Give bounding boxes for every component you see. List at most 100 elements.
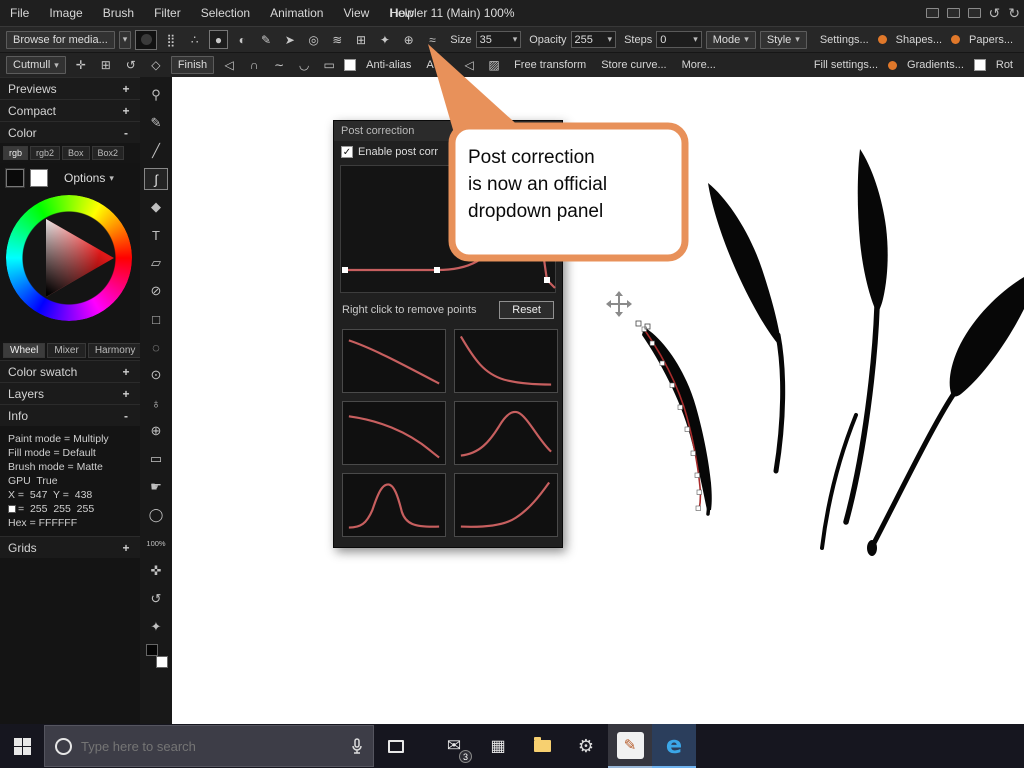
tab-rgb2[interactable]: rgb2 bbox=[30, 146, 61, 160]
panel-layers[interactable]: Layers + bbox=[0, 382, 140, 404]
curve-tool[interactable]: ∫ bbox=[144, 168, 168, 190]
background-color-box[interactable] bbox=[156, 656, 168, 668]
style-dropdown[interactable]: Style ▾ bbox=[759, 30, 807, 49]
brush-preview[interactable] bbox=[135, 29, 158, 50]
triangle-fill-icon[interactable]: ◁ bbox=[459, 56, 479, 75]
curve-preset-1[interactable] bbox=[342, 329, 446, 393]
tab-rgb[interactable]: rgb bbox=[3, 146, 29, 160]
store-curve-button[interactable]: Store curve... bbox=[596, 59, 671, 71]
fill-settings-button[interactable]: Fill settings... bbox=[809, 59, 883, 71]
opacity-dropdown[interactable]: 255 ▾ bbox=[570, 31, 617, 48]
tab-box[interactable]: Box bbox=[62, 146, 90, 160]
menu-animation[interactable]: Animation bbox=[260, 0, 333, 26]
loop-icon[interactable]: ◡ bbox=[294, 56, 314, 75]
zoom-level-badge[interactable]: 100% bbox=[144, 532, 168, 554]
collapse-icon[interactable]: - bbox=[120, 126, 132, 140]
post-correction-icon[interactable]: ≈ bbox=[423, 30, 443, 49]
move-tool[interactable]: ✜ bbox=[144, 560, 168, 582]
howler-app-button[interactable]: ✎ bbox=[608, 724, 652, 768]
browse-media-caret[interactable]: ▾ bbox=[118, 30, 132, 49]
foreground-color-box[interactable] bbox=[146, 644, 158, 656]
dots-icon[interactable]: ⣿ bbox=[161, 30, 181, 49]
freehand-icon[interactable]: ◁ bbox=[219, 56, 239, 75]
expand-icon[interactable]: + bbox=[120, 104, 132, 118]
particle-icon[interactable]: ✦ bbox=[375, 30, 395, 49]
microphone-icon[interactable] bbox=[351, 738, 363, 754]
undo-icon[interactable]: ↺ bbox=[989, 5, 1001, 22]
shear-tool[interactable]: ▱ bbox=[144, 252, 168, 274]
expand-icon[interactable]: + bbox=[120, 82, 132, 96]
browse-media-button[interactable]: Browse for media... bbox=[6, 30, 115, 49]
pencil-icon[interactable]: ✎ bbox=[256, 30, 276, 49]
sv-triangle[interactable] bbox=[6, 195, 132, 321]
brush-tool[interactable]: ✎ bbox=[144, 112, 168, 134]
panel-color-swatch[interactable]: Color swatch + bbox=[0, 360, 140, 382]
more-button[interactable]: More... bbox=[677, 59, 721, 71]
donut-icon[interactable]: ◎ bbox=[304, 30, 324, 49]
expand-icon[interactable]: + bbox=[120, 541, 132, 555]
curve-preset-2[interactable] bbox=[454, 329, 558, 393]
clone-tool[interactable]: ⊕ bbox=[144, 420, 168, 442]
post-correction-titlebar[interactable]: Post correction bbox=[334, 121, 562, 141]
curve-editor[interactable] bbox=[340, 165, 556, 293]
capsule-tool[interactable]: ▭ bbox=[144, 448, 168, 470]
mirror-icon[interactable]: ⊞ bbox=[351, 30, 371, 49]
panel-color[interactable]: Color - bbox=[0, 121, 140, 143]
spline-type-dropdown[interactable]: Cutmull ▾ bbox=[6, 56, 66, 74]
capture-screen-icon-3[interactable] bbox=[967, 8, 981, 18]
grid-app-button[interactable]: ▦ bbox=[476, 724, 520, 768]
rot-button[interactable]: Rot bbox=[991, 59, 1018, 71]
rect-icon[interactable]: ▭ bbox=[319, 56, 339, 75]
knife-icon[interactable]: ➤ bbox=[280, 30, 300, 49]
edit-node-icon[interactable]: ⊞ bbox=[96, 56, 116, 75]
shapes-button[interactable]: Shapes... bbox=[891, 34, 947, 46]
free-transform-button[interactable]: Free transform bbox=[509, 59, 591, 71]
enable-post-checkbox[interactable]: ✓ bbox=[341, 146, 353, 158]
star-tool[interactable]: ✦ bbox=[144, 616, 168, 638]
collapse-icon[interactable]: - bbox=[120, 409, 132, 423]
settings-button-taskbar[interactable]: ⚙ bbox=[564, 724, 608, 768]
curve-preset-5[interactable] bbox=[342, 473, 446, 537]
background-swatch[interactable] bbox=[30, 169, 48, 187]
gradients-button[interactable]: Gradients... bbox=[902, 59, 969, 71]
panel-compact[interactable]: Compact + bbox=[0, 99, 140, 121]
tab-mixer[interactable]: Mixer bbox=[47, 343, 86, 358]
circle-select-tool[interactable]: ◌ bbox=[144, 336, 168, 358]
tab-box2[interactable]: Box2 bbox=[91, 146, 125, 160]
rot-checkbox[interactable] bbox=[973, 59, 986, 71]
soft-round-icon[interactable]: ◐ bbox=[232, 30, 252, 49]
bulb-tool[interactable]: ◯ bbox=[144, 504, 168, 526]
panel-info[interactable]: Info - bbox=[0, 404, 140, 426]
curve-preset-3[interactable] bbox=[342, 401, 446, 465]
wave-icon[interactable]: ≋ bbox=[327, 30, 347, 49]
steps-dropdown[interactable]: 0 ▾ bbox=[656, 31, 702, 48]
pin-tool[interactable]: ⚲ bbox=[144, 84, 168, 106]
file-explorer-button[interactable] bbox=[520, 724, 564, 768]
menu-brush[interactable]: Brush bbox=[93, 0, 144, 26]
fg-bg-swatches[interactable] bbox=[144, 644, 168, 668]
ellipse-tool[interactable]: ⊘ bbox=[144, 280, 168, 302]
text-tool[interactable]: T bbox=[144, 224, 168, 246]
auto-button[interactable]: Auto bbox=[421, 59, 454, 71]
canvas[interactable] bbox=[172, 77, 1024, 724]
panel-previews[interactable]: Previews + bbox=[0, 77, 140, 99]
nozzle-icon[interactable]: ⊕ bbox=[399, 30, 419, 49]
antialias-checkbox[interactable] bbox=[344, 59, 357, 71]
menu-selection[interactable]: Selection bbox=[191, 0, 260, 26]
finish-button[interactable]: Finish bbox=[170, 56, 215, 74]
round-brush-icon[interactable]: ● bbox=[208, 30, 229, 49]
task-view-button[interactable] bbox=[374, 724, 418, 768]
tab-wheel[interactable]: Wheel bbox=[3, 343, 46, 358]
curve-preset-6[interactable] bbox=[454, 473, 558, 537]
foreground-swatch[interactable] bbox=[5, 168, 25, 188]
spray-icon[interactable]: ∴ bbox=[185, 30, 205, 49]
line-tool[interactable]: ╱ bbox=[144, 140, 168, 162]
panel-grids[interactable]: Grids + bbox=[0, 536, 140, 558]
options-dropdown[interactable]: Options ▾ bbox=[64, 171, 114, 185]
tab-harmony[interactable]: Harmony bbox=[87, 343, 143, 358]
menu-view[interactable]: View bbox=[333, 0, 379, 26]
zoom-tool[interactable]: ⊙ bbox=[144, 364, 168, 386]
taskbar-search[interactable] bbox=[44, 725, 374, 767]
search-input[interactable] bbox=[81, 738, 342, 754]
mode-dropdown[interactable]: Mode ▾ bbox=[705, 30, 756, 49]
